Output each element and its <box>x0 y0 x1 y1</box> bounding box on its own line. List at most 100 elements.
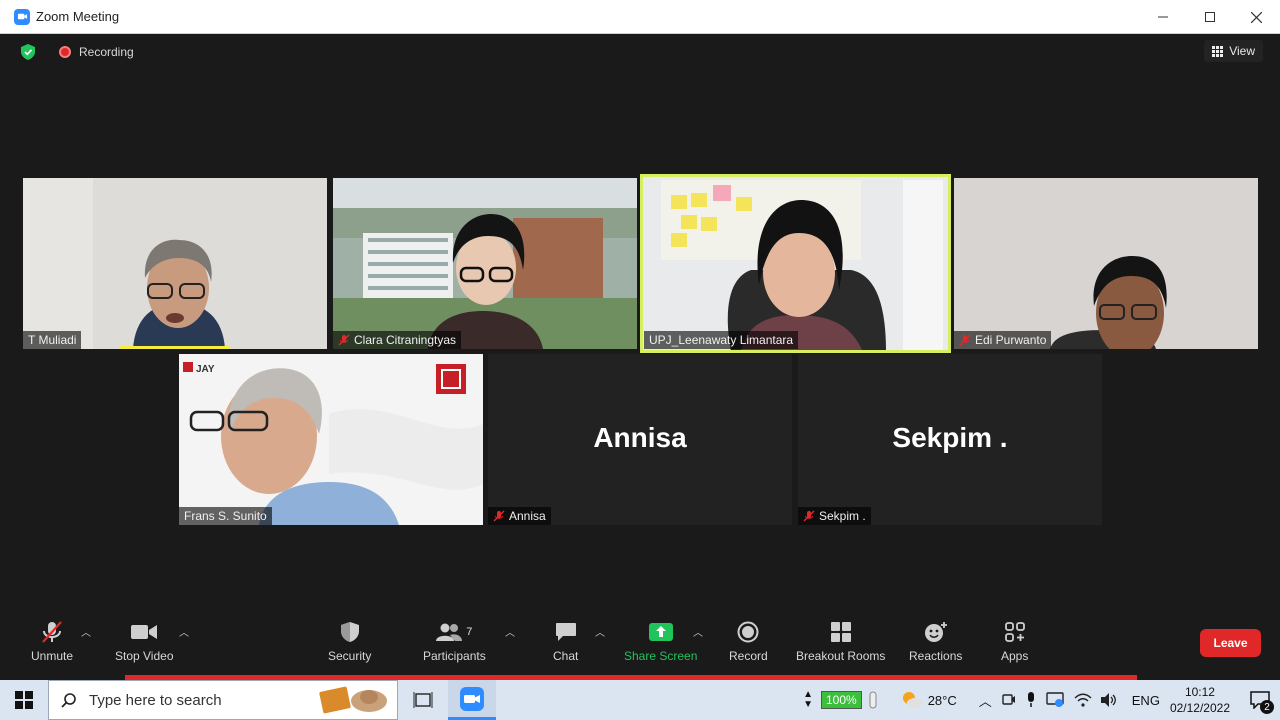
participant-display-name: Annisa <box>593 422 687 453</box>
close-button[interactable] <box>1233 0 1280 34</box>
breakout-rooms-button[interactable]: Breakout Rooms <box>796 620 885 663</box>
clock-date: 02/12/2022 <box>1169 701 1230 715</box>
microphone-icon[interactable] <box>1026 692 1036 708</box>
zoom-taskbar-icon <box>460 686 484 711</box>
video-tile[interactable]: Edi Purwanto <box>954 178 1258 349</box>
participant-name-tag: Edi Purwanto <box>954 331 1052 349</box>
chat-button[interactable]: Chat <box>553 620 578 663</box>
search-placeholder: Type here to search <box>89 691 222 709</box>
share-screen-button[interactable]: Share Screen <box>624 620 697 663</box>
search-icon <box>61 693 76 708</box>
participant-video <box>23 178 327 349</box>
share-screen-icon <box>648 623 673 641</box>
window-title: Zoom Meeting <box>36 9 120 24</box>
participant-name: UPJ_Leenawaty Limantara <box>649 333 794 347</box>
tray-overflow-chevron-icon[interactable]: ︿ <box>979 691 992 710</box>
participant-name: Annisa <box>509 509 546 523</box>
temperature-label: 28°C <box>927 692 957 708</box>
security-shield-icon <box>340 622 359 642</box>
participant-name: Sekpim . <box>819 509 866 523</box>
encryption-shield-icon[interactable] <box>21 44 35 60</box>
participant-name: T Muliadi <box>28 333 77 347</box>
participant-name-tag: UPJ_Leenawaty Limantara <box>644 331 799 349</box>
participant-name-tag: T Muliadi <box>23 331 82 349</box>
meet-now-icon[interactable] <box>1002 692 1016 708</box>
video-tile[interactable]: JAY Frans S. Sunito <box>179 354 483 525</box>
participant-count-badge: 7 <box>466 626 473 638</box>
task-view-button[interactable] <box>398 680 448 720</box>
taskbar-search-box[interactable]: Type here to search <box>48 680 398 720</box>
video-camera-icon <box>131 625 158 639</box>
view-button[interactable]: View <box>1204 40 1263 62</box>
unmute-button[interactable]: Unmute <box>31 620 73 663</box>
participant-name: Edi Purwanto <box>975 333 1047 347</box>
maximize-button[interactable] <box>1186 0 1233 34</box>
taskbar-clock[interactable]: 10:12 02/12/2022 <box>1170 684 1230 716</box>
stop-video-button[interactable]: Stop Video <box>115 620 174 663</box>
reactions-button[interactable]: Reactions <box>909 620 962 663</box>
share-options-chevron-icon[interactable]: ︿ <box>693 624 703 639</box>
muted-mic-icon <box>803 510 815 522</box>
participant-video: JAY <box>179 354 483 525</box>
participant-name-tag: Annisa <box>488 507 551 525</box>
video-tile[interactable]: Annisa Annisa <box>488 354 792 525</box>
video-tile[interactable]: T Muliadi <box>23 178 327 349</box>
muted-mic-icon <box>959 334 971 346</box>
search-highlight-image <box>319 686 387 714</box>
participants-icon <box>436 623 463 641</box>
security-button[interactable]: Security <box>328 620 371 663</box>
recording-icon[interactable] <box>59 46 71 58</box>
leave-button[interactable]: Leave <box>1200 629 1261 657</box>
video-options-chevron-icon[interactable]: ︿ <box>179 624 189 639</box>
chat-options-chevron-icon[interactable]: ︿ <box>595 624 605 639</box>
video-tile-active-speaker[interactable]: UPJ_Leenawaty Limantara <box>640 174 951 353</box>
windows-logo-icon <box>15 691 33 709</box>
battery-indicator[interactable]: 100% <box>821 691 862 709</box>
notifications-button[interactable]: 2 <box>1240 680 1280 720</box>
participant-video <box>641 175 950 352</box>
muted-mic-icon <box>338 334 350 346</box>
meeting-toolbar: Unmute ︿ Stop Video ︿ Security 7 Partici… <box>7 610 1273 672</box>
start-button[interactable] <box>0 680 48 720</box>
minimize-icon <box>1157 16 1168 18</box>
clock-time: 10:12 <box>1184 685 1215 699</box>
close-icon <box>1251 11 1262 23</box>
video-tile[interactable]: Clara Citraningtyas <box>333 178 637 349</box>
maximize-icon <box>1204 12 1215 22</box>
participant-video <box>333 178 637 349</box>
apps-button[interactable]: Apps <box>1001 620 1028 663</box>
participant-display-name: Sekpim . <box>892 422 1008 453</box>
wifi-icon[interactable] <box>1074 692 1092 708</box>
audio-options-chevron-icon[interactable]: ︿ <box>81 624 91 639</box>
grid-icon <box>1212 45 1224 57</box>
volume-icon[interactable] <box>1100 692 1118 708</box>
scroll-chevrons-icon[interactable]: ▲ ▼ <box>803 690 813 710</box>
video-tile[interactable]: Sekpim . Sekpim . <box>798 354 1102 525</box>
recording-label: Recording <box>79 45 134 59</box>
record-icon <box>737 621 759 643</box>
reactions-emoji-icon <box>924 622 947 642</box>
participant-name-tag: Sekpim . <box>798 507 871 525</box>
participant-video <box>954 178 1258 349</box>
taskbar-zoom-app[interactable] <box>448 680 496 720</box>
muted-mic-icon <box>493 510 505 522</box>
apps-icon <box>1004 622 1025 642</box>
window-titlebar: Zoom Meeting <box>0 0 1280 34</box>
record-button[interactable]: Record <box>729 620 768 663</box>
language-indicator[interactable]: ENG <box>1132 693 1160 708</box>
muted-microphone-icon <box>42 621 62 643</box>
zoom-app-icon <box>14 8 30 25</box>
display-sharing-icon[interactable] <box>1046 692 1064 708</box>
weather-icon[interactable] <box>900 689 924 711</box>
svg-text:JAY: JAY <box>196 364 215 375</box>
notification-count-badge: 2 <box>1260 700 1274 714</box>
participant-name-tag: Clara Citraningtyas <box>333 331 462 349</box>
participant-name: Clara Citraningtyas <box>354 333 457 347</box>
touch-pointer-icon <box>869 691 877 709</box>
participant-name-tag: Frans S. Sunito <box>179 507 272 525</box>
meeting-area: Recording View T Muliadi Clara Citraning… <box>7 34 1273 680</box>
minimize-button[interactable] <box>1139 0 1186 34</box>
participants-button[interactable]: 7 Participants <box>423 620 486 663</box>
participants-options-chevron-icon[interactable]: ︿ <box>505 624 515 639</box>
task-view-icon <box>413 692 433 708</box>
